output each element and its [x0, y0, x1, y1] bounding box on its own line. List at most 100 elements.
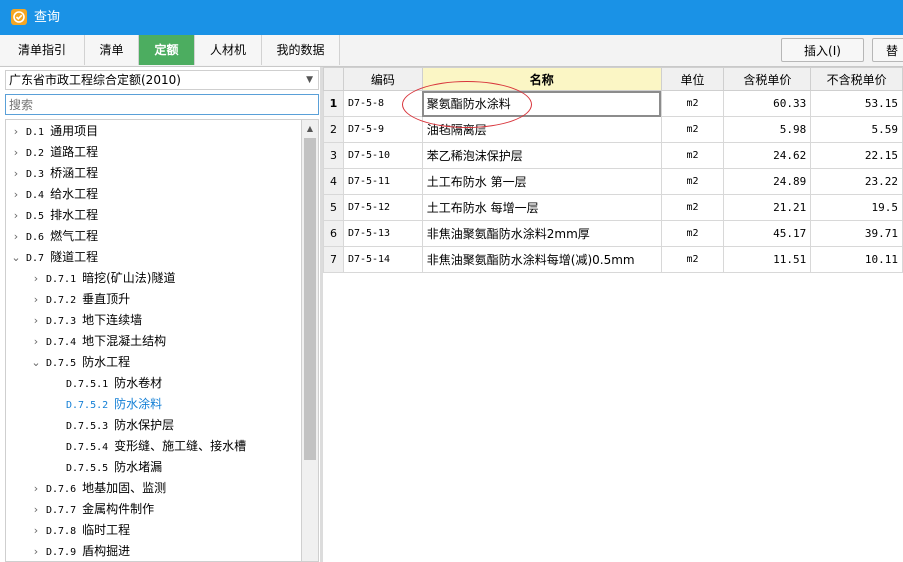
chevron-right-icon[interactable]: › [30, 331, 42, 352]
unit-cell[interactable]: m2 [660, 168, 725, 195]
tree-node[interactable]: ⌄ D.7.5 防水工程 [6, 352, 130, 373]
code-cell[interactable]: D7-5-11 [342, 168, 423, 195]
price-notax-cell[interactable]: 5.59 [810, 116, 903, 143]
search-input[interactable] [5, 94, 319, 115]
tree-scrollbar[interactable]: ▲ [301, 119, 319, 562]
code-cell[interactable]: D7-5-10 [342, 142, 423, 169]
chevron-right-icon[interactable]: › [30, 541, 42, 561]
chevron-right-icon[interactable]: › [10, 142, 22, 163]
tree-node[interactable]: ·D.7.5.2防水涂料 [6, 394, 162, 415]
tree-node[interactable]: › D.4 给水工程 [6, 184, 98, 205]
price-tax-cell[interactable]: 60.33 [723, 90, 812, 117]
price-notax-cell[interactable]: 23.22 [810, 168, 903, 195]
code-cell[interactable]: D7-5-9 [342, 116, 423, 143]
code-cell[interactable]: D7-5-8 [342, 90, 423, 117]
tree-node[interactable]: › D.7.8 临时工程 [6, 520, 130, 541]
price-tax-cell[interactable]: 24.62 [723, 142, 812, 169]
chevron-right-icon[interactable]: › [30, 268, 42, 289]
table-row[interactable]: 6 D7-5-13 非焦油聚氨酯防水涂料2mm厚 m2 45.17 39.71 [323, 220, 903, 247]
row-number-cell[interactable]: 7 [323, 246, 344, 273]
tree-node[interactable]: ⌄ D.7 隧道工程 [6, 247, 98, 268]
chevron-right-icon[interactable]: › [30, 499, 42, 520]
tab-my-data[interactable]: 我的数据 [262, 35, 340, 65]
tree-node[interactable]: › D.7.7 金属构件制作 [6, 499, 154, 520]
tree-node[interactable]: ·D.7.5.3防水保护层 [6, 415, 174, 436]
row-number-cell[interactable]: 3 [323, 142, 344, 169]
table-row[interactable]: 7 D7-5-14 非焦油聚氨酯防水涂料每增(减)0.5mm m2 11.51 10.11 [323, 246, 903, 273]
table-row[interactable]: 1 D7-5-8 聚氨酯防水涂料 m2 60.33 53.15 [323, 90, 903, 117]
chevron-right-icon[interactable]: › [10, 121, 22, 142]
quota-library-select[interactable]: 广东省市政工程综合定额(2010) ▼ [5, 70, 319, 90]
name-cell[interactable]: 土工布防水 每增一层 [421, 194, 662, 221]
header-price-notax[interactable]: 不含税单价 [810, 67, 903, 91]
name-cell[interactable]: 非焦油聚氨酯防水涂料2mm厚 [421, 220, 662, 247]
price-tax-cell[interactable]: 24.89 [723, 168, 812, 195]
unit-cell[interactable]: m2 [660, 194, 725, 221]
price-notax-cell[interactable]: 22.15 [810, 142, 903, 169]
header-price-tax[interactable]: 含税单价 [723, 67, 812, 91]
unit-cell[interactable]: m2 [660, 246, 725, 273]
tree-node[interactable]: › D.1 通用项目 [6, 121, 98, 142]
name-cell[interactable]: 聚氨酯防水涂料 [421, 90, 662, 117]
tree-node[interactable]: › D.7.4 地下混凝土结构 [6, 331, 166, 352]
unit-cell[interactable]: m2 [660, 220, 725, 247]
tab-bill[interactable]: 清单 [85, 35, 139, 65]
unit-cell[interactable]: m2 [660, 90, 725, 117]
row-number-cell[interactable]: 4 [323, 168, 344, 195]
price-notax-cell[interactable]: 19.5 [810, 194, 903, 221]
tab-quota[interactable]: 定额 [139, 35, 195, 65]
header-name[interactable]: 名称 [421, 67, 662, 91]
tree-node[interactable]: › D.3 桥涵工程 [6, 163, 98, 184]
scroll-up-icon[interactable]: ▲ [302, 120, 318, 137]
name-cell[interactable]: 非焦油聚氨酯防水涂料每增(减)0.5mm [421, 246, 662, 273]
chevron-right-icon[interactable]: › [10, 184, 22, 205]
row-number-cell[interactable]: 1 [323, 90, 344, 117]
insert-button[interactable]: 插入(I) [781, 38, 864, 62]
tree-node[interactable]: › D.6 燃气工程 [6, 226, 98, 247]
row-number-cell[interactable]: 6 [323, 220, 344, 247]
code-cell[interactable]: D7-5-13 [342, 220, 423, 247]
scrollbar-thumb[interactable] [304, 138, 316, 460]
code-cell[interactable]: D7-5-14 [342, 246, 423, 273]
row-number-cell[interactable]: 2 [323, 116, 344, 143]
tree-node[interactable]: › D.2 道路工程 [6, 142, 98, 163]
price-tax-cell[interactable]: 5.98 [723, 116, 812, 143]
table-row[interactable]: 5 D7-5-12 土工布防水 每增一层 m2 21.21 19.5 [323, 194, 903, 221]
chevron-right-icon[interactable]: › [30, 478, 42, 499]
table-row[interactable]: 4 D7-5-11 土工布防水 第一层 m2 24.89 23.22 [323, 168, 903, 195]
unit-cell[interactable]: m2 [660, 142, 725, 169]
header-unit[interactable]: 单位 [660, 67, 725, 91]
chevron-right-icon[interactable]: › [10, 163, 22, 184]
tab-bill-guide[interactable]: 清单指引 [0, 35, 85, 65]
tree-node[interactable]: ·D.7.5.1防水卷材 [6, 373, 162, 394]
tree-node[interactable]: › D.7.2 垂直顶升 [6, 289, 130, 310]
price-notax-cell[interactable]: 53.15 [810, 90, 903, 117]
chevron-right-icon[interactable]: › [10, 226, 22, 247]
header-code[interactable]: 编码 [342, 67, 423, 91]
unit-cell[interactable]: m2 [660, 116, 725, 143]
chevron-down-icon[interactable]: ⌄ [30, 352, 42, 373]
price-tax-cell[interactable]: 21.21 [723, 194, 812, 221]
chevron-right-icon[interactable]: › [10, 205, 22, 226]
chevron-right-icon[interactable]: › [30, 520, 42, 541]
tab-labor-material-machine[interactable]: 人材机 [195, 35, 262, 65]
table-row[interactable]: 3 D7-5-10 苯乙稀泡沫保护层 m2 24.62 22.15 [323, 142, 903, 169]
tree-node[interactable]: ·D.7.5.4变形缝、施工缝、接水槽 [6, 436, 246, 457]
name-cell[interactable]: 苯乙稀泡沫保护层 [421, 142, 662, 169]
row-number-cell[interactable]: 5 [323, 194, 344, 221]
name-cell[interactable]: 土工布防水 第一层 [421, 168, 662, 195]
tree-node[interactable]: › D.5 排水工程 [6, 205, 98, 226]
price-notax-cell[interactable]: 39.71 [810, 220, 903, 247]
price-tax-cell[interactable]: 11.51 [723, 246, 812, 273]
tree-node[interactable]: › D.7.1 暗挖(矿山法)隧道 [6, 268, 176, 289]
price-tax-cell[interactable]: 45.17 [723, 220, 812, 247]
replace-button[interactable]: 替 [872, 38, 903, 62]
tree-node[interactable]: › D.7.9 盾构掘进 [6, 541, 130, 561]
chevron-right-icon[interactable]: › [30, 310, 42, 331]
code-cell[interactable]: D7-5-12 [342, 194, 423, 221]
chevron-right-icon[interactable]: › [30, 289, 42, 310]
tree-node[interactable]: ·D.7.5.5防水堵漏 [6, 457, 162, 478]
name-cell[interactable]: 油毡隔离层 [421, 116, 662, 143]
tree-node[interactable]: › D.7.3 地下连续墙 [6, 310, 142, 331]
chevron-down-icon[interactable]: ⌄ [10, 247, 22, 268]
